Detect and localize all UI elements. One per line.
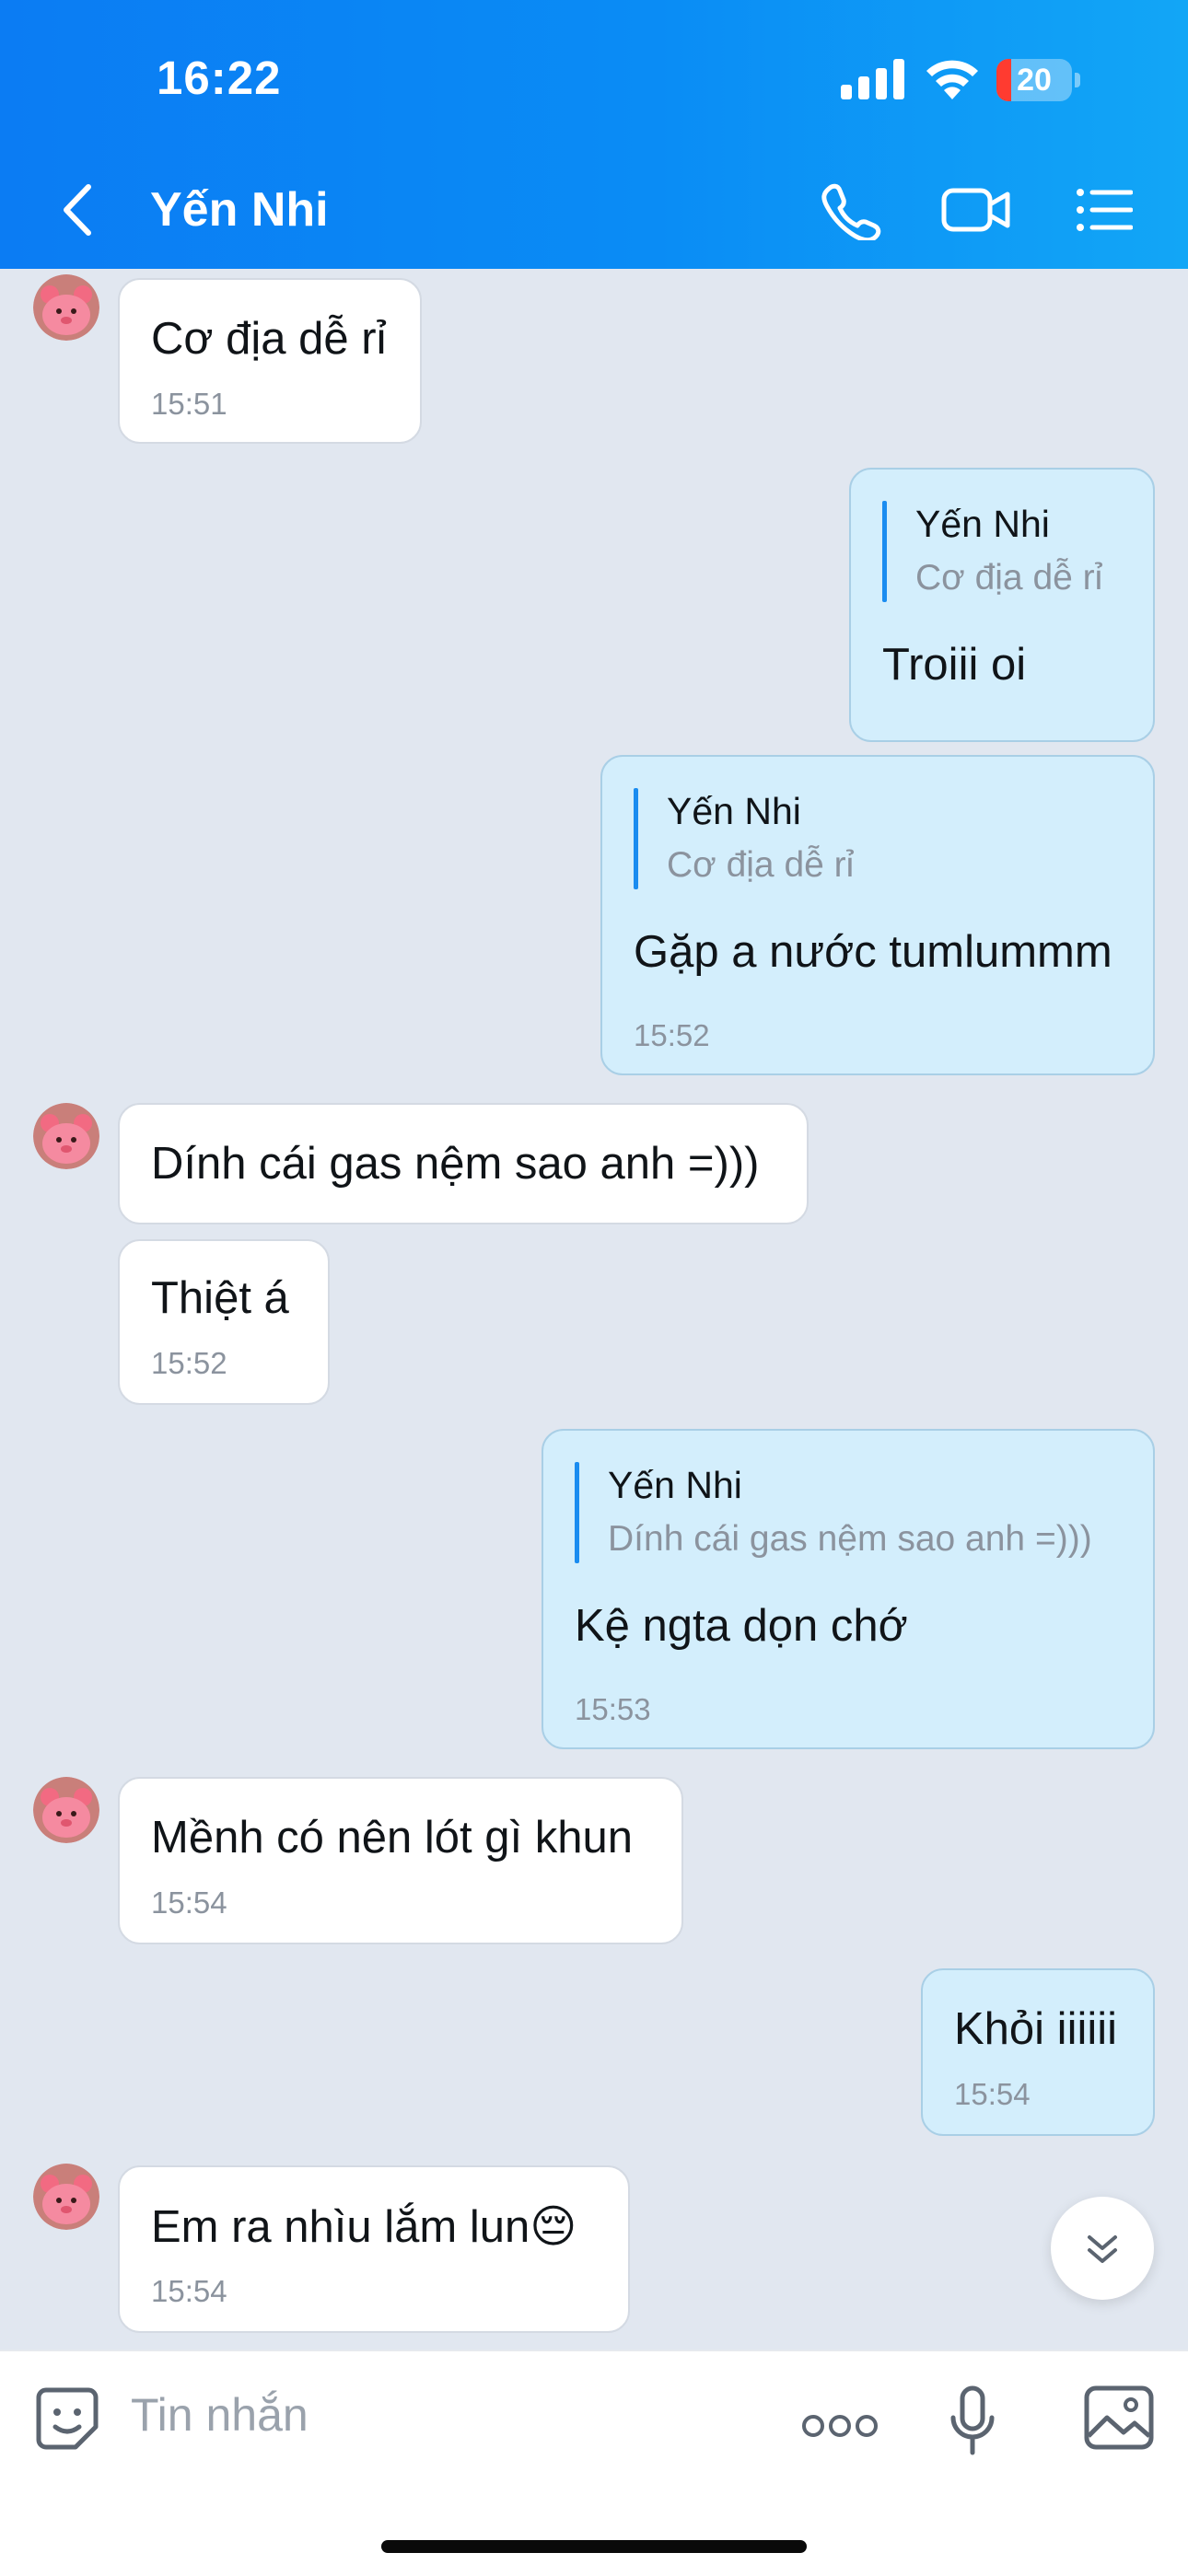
battery-percentage: 20	[1017, 63, 1052, 98]
quote-author: Yến Nhi	[667, 790, 801, 832]
phone-call-icon[interactable]	[818, 180, 882, 240]
scroll-to-bottom-button[interactable]	[1051, 2197, 1154, 2300]
message-bubble-incoming[interactable]: Mềnh có nên lót gì khun 15:54	[118, 1777, 683, 1944]
battery-icon: 20	[996, 59, 1081, 101]
message-time: 15:51	[151, 387, 227, 421]
message-bubble-outgoing[interactable]: Yến Nhi Dính cái gas nệm sao anh =))) Kệ…	[542, 1429, 1155, 1749]
image-gallery-icon[interactable]	[1083, 2385, 1155, 2451]
message-time: 15:54	[151, 1886, 227, 1920]
quote-text: Dính cái gas nệm sao anh =)))	[608, 1519, 1092, 1559]
home-indicator[interactable]	[381, 2540, 807, 2553]
message-text: Mềnh có nên lót gì khun	[151, 1813, 634, 1862]
message-time: 15:53	[575, 1692, 651, 1726]
quote-bar	[634, 788, 638, 889]
message-time: 15:54	[151, 2274, 227, 2308]
double-chevron-down-icon	[1088, 2235, 1117, 2263]
quote-bar	[882, 501, 887, 602]
video-call-icon[interactable]	[941, 180, 1011, 240]
message-composer: Tin nhắn	[0, 2350, 1188, 2576]
message-bubble-incoming[interactable]: Cơ địa dễ rỉ 15:51	[118, 278, 422, 444]
message-text: Troiii oi	[882, 640, 1027, 690]
message-bubble-outgoing[interactable]: Khỏi iiiiii 15:54	[921, 1968, 1155, 2136]
message-text: Kệ ngta dọn chớ	[575, 1601, 908, 1651]
message-bubble-incoming[interactable]: Dính cái gas nệm sao anh =)))	[118, 1103, 809, 1224]
avatar[interactable]	[33, 2164, 99, 2230]
chat-header: 16:22 20 Yến Nhi	[0, 0, 1188, 269]
cellular-signal-icon	[841, 59, 904, 99]
message-text: Cơ địa dễ rỉ	[151, 314, 387, 364]
quote-author: Yến Nhi	[915, 503, 1050, 545]
message-bubble-incoming[interactable]: Thiệt á 15:52	[118, 1239, 330, 1405]
message-text: Gặp a nước tumlummm	[634, 927, 1112, 977]
more-options-icon[interactable]	[801, 2412, 879, 2440]
avatar[interactable]	[33, 274, 99, 341]
avatar[interactable]	[33, 1103, 99, 1169]
message-time: 15:52	[151, 1346, 227, 1380]
message-text: Thiệt á	[151, 1273, 289, 1323]
microphone-icon[interactable]	[949, 2385, 996, 2458]
quote-text: Cơ địa dễ rỉ	[667, 845, 855, 885]
message-text: Dính cái gas nệm sao anh =)))	[151, 1139, 760, 1189]
message-input[interactable]: Tin nhắn	[131, 2388, 309, 2442]
avatar[interactable]	[33, 1777, 99, 1843]
quote-author: Yến Nhi	[608, 1464, 742, 1506]
status-time: 16:22	[157, 52, 282, 104]
back-button[interactable]	[55, 180, 101, 240]
wifi-icon	[926, 60, 978, 99]
message-text: Em ra nhìu lắm lun😔	[151, 2202, 577, 2252]
message-text: Khỏi iiiiii	[954, 2004, 1118, 2054]
message-bubble-incoming[interactable]: Em ra nhìu lắm lun😔 15:54	[118, 2165, 630, 2333]
sticker-icon[interactable]	[33, 2385, 101, 2453]
menu-list-icon[interactable]	[1076, 180, 1133, 240]
contact-name[interactable]: Yến Nhi	[150, 182, 329, 238]
message-bubble-outgoing[interactable]: Yến Nhi Cơ địa dễ rỉ Troiii oi	[849, 468, 1155, 742]
message-bubble-outgoing[interactable]: Yến Nhi Cơ địa dễ rỉ Gặp a nước tumlummm…	[600, 755, 1155, 1075]
message-time: 15:52	[634, 1018, 710, 1052]
message-time: 15:54	[954, 2077, 1031, 2111]
quote-bar	[575, 1462, 579, 1563]
quote-text: Cơ địa dễ rỉ	[915, 558, 1103, 598]
